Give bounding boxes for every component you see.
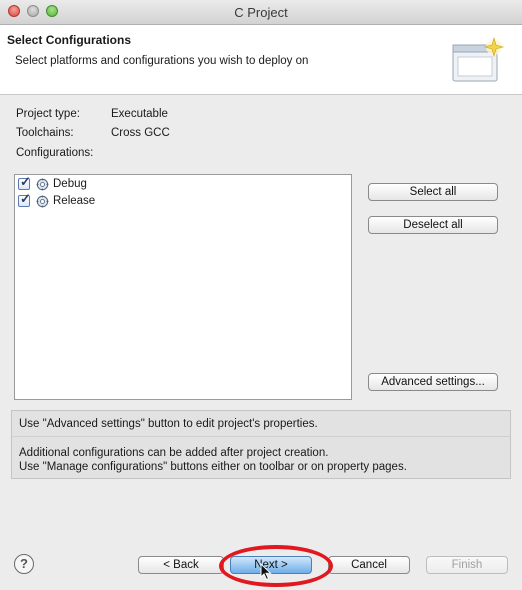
annotation-ellipse bbox=[219, 545, 333, 587]
back-button[interactable]: < Back bbox=[138, 556, 224, 574]
config-item-release[interactable]: ✓ Release bbox=[18, 192, 96, 209]
configurations-list[interactable]: ✓ Debug ✓ Release bbox=[14, 174, 352, 400]
config-label: Release bbox=[53, 195, 96, 207]
config-label: Debug bbox=[53, 178, 87, 190]
finish-button[interactable]: Finish bbox=[426, 556, 508, 574]
toolchains-label: Toolchains: bbox=[16, 127, 74, 139]
deselect-all-button[interactable]: Deselect all bbox=[368, 216, 498, 234]
configurations-label: Configurations: bbox=[16, 147, 94, 159]
select-all-button[interactable]: Select all bbox=[368, 183, 498, 201]
configuration-gear-icon bbox=[36, 195, 49, 207]
window-title: C Project bbox=[234, 5, 288, 20]
title-bar[interactable]: C Project bbox=[0, 0, 522, 25]
advanced-settings-button[interactable]: Advanced settings... bbox=[368, 373, 498, 391]
message-line: Use "Manage configurations" buttons eith… bbox=[19, 461, 407, 473]
wizard-banner-icon bbox=[452, 36, 505, 82]
message-line: Additional configurations can be added a… bbox=[19, 447, 329, 459]
page-title: Select Configurations bbox=[7, 33, 132, 47]
release-checkbox[interactable]: ✓ bbox=[18, 192, 31, 207]
toolchains-value: Cross GCC bbox=[111, 127, 170, 139]
debug-checkbox[interactable]: ✓ bbox=[18, 175, 31, 190]
c-project-wizard-window: C Project Select Configurations Select p… bbox=[0, 0, 522, 590]
config-item-debug[interactable]: ✓ Debug bbox=[18, 175, 87, 192]
project-type-value: Executable bbox=[111, 108, 168, 120]
help-icon[interactable]: ? bbox=[14, 554, 34, 574]
mouse-pointer-icon bbox=[260, 563, 272, 581]
page-description: Select platforms and configurations you … bbox=[15, 55, 309, 67]
message-divider bbox=[12, 436, 510, 437]
configuration-gear-icon bbox=[36, 178, 49, 190]
cancel-button[interactable]: Cancel bbox=[328, 556, 410, 574]
project-type-label: Project type: bbox=[16, 108, 80, 120]
message-line: Use "Advanced settings" button to edit p… bbox=[19, 418, 318, 430]
wizard-header: Select Configurations Select platforms a… bbox=[0, 25, 522, 95]
message-area: Use "Advanced settings" button to edit p… bbox=[11, 410, 511, 479]
